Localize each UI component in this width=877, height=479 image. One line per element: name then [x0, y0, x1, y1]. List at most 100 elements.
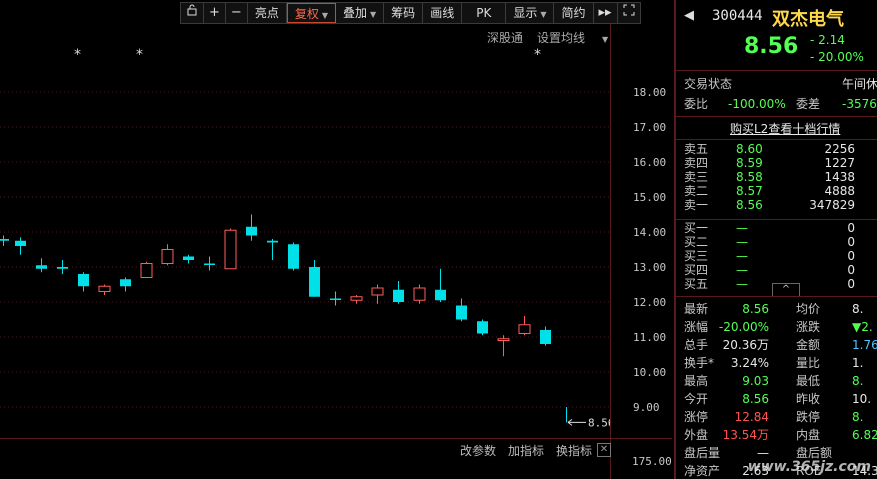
candle[interactable] — [456, 298, 467, 322]
stat-label: 量比 — [796, 356, 821, 370]
stat-value: 1. — [852, 356, 864, 370]
watermark: www.365jz.com — [747, 459, 871, 475]
candle-body — [161, 249, 174, 264]
candle[interactable] — [161, 244, 174, 266]
level-price: 8.56 — [736, 198, 763, 212]
candle[interactable] — [78, 272, 89, 292]
volume-axis-label: 175.00 — [632, 455, 672, 468]
stat-label: 内盘 — [796, 428, 821, 442]
switch-indicator-button[interactable]: 换指标 — [556, 444, 592, 458]
last-price: 8.56 — [744, 34, 799, 59]
buy-level-row[interactable]: 买五 — 0 — [684, 276, 877, 292]
level-label: 卖一 — [684, 198, 709, 212]
candle[interactable] — [330, 291, 341, 306]
candle[interactable] — [183, 254, 194, 264]
stat-value: 8. — [852, 410, 864, 424]
candle[interactable] — [518, 316, 531, 336]
close-icon[interactable]: ✕ — [597, 443, 611, 457]
candlestick-chart[interactable]: 8.56 — [0, 0, 610, 438]
stat-row: 最新 8.56 均价 8. — [684, 301, 877, 317]
candle[interactable] — [309, 260, 320, 297]
price-tick: 18.00 — [633, 86, 667, 99]
candle[interactable] — [246, 214, 257, 241]
candle-body — [98, 285, 111, 292]
price-tick: 14.00 — [633, 226, 667, 239]
candle-body — [78, 274, 89, 287]
divider — [676, 296, 877, 297]
candle[interactable] — [413, 284, 426, 304]
indicator-tools: 改参数 加指标 换指标 — [460, 442, 604, 459]
price-tick: 9.00 — [633, 401, 660, 414]
price-tick: 12.00 — [633, 296, 667, 309]
candle-body — [330, 298, 341, 300]
candle[interactable] — [15, 237, 26, 255]
level-volume: 0 — [847, 277, 855, 291]
edit-params-button[interactable]: 改参数 — [460, 444, 496, 458]
price-tick: 15.00 — [633, 191, 667, 204]
level-label: 买三 — [684, 249, 709, 263]
stat-label: 最高 — [684, 374, 709, 388]
candle-body — [371, 287, 384, 296]
candle[interactable] — [371, 284, 384, 304]
candle[interactable] — [140, 261, 153, 278]
stat-label: 最新 — [684, 302, 709, 316]
candle[interactable] — [497, 335, 510, 357]
level-price: — — [736, 277, 748, 291]
stat-label: 涨跌 — [796, 320, 821, 334]
candle-body — [36, 265, 47, 269]
price-tick: 16.00 — [633, 156, 667, 169]
stock-code: 300444 — [712, 8, 763, 24]
candle[interactable] — [36, 258, 47, 273]
candle-body — [0, 239, 9, 241]
stat-value: 6.82 — [852, 428, 877, 442]
candle-body — [204, 263, 215, 265]
candle-body — [456, 305, 467, 320]
candle-body — [288, 244, 299, 269]
candle[interactable] — [477, 319, 488, 336]
candle[interactable] — [224, 228, 237, 270]
candle-body — [413, 287, 426, 301]
quote-panel: ◀ 300444 双杰电气 8.56 - 2.14 - 20.00% 交易状态 … — [674, 0, 877, 479]
stat-label: 均价 — [796, 302, 821, 316]
candle[interactable] — [204, 256, 215, 271]
l2-upgrade-link[interactable]: 购买L2查看十档行情 — [730, 120, 840, 137]
divider — [676, 70, 877, 71]
level-volume: 347829 — [809, 198, 855, 212]
stat-value: 8.56 — [742, 392, 769, 406]
stat-value: 1.76 — [852, 338, 877, 352]
back-arrow-icon[interactable]: ◀ — [684, 8, 694, 23]
candle-body — [497, 338, 510, 341]
candle[interactable] — [120, 277, 131, 292]
trade-status-row: 交易状态 午间休 — [684, 77, 877, 91]
stat-label: 外盘 — [684, 428, 709, 442]
candle[interactable] — [98, 284, 111, 296]
stat-value: ▼2. — [852, 320, 873, 334]
candle-body — [140, 263, 153, 278]
stat-row: 外盘 13.54万 内盘 6.82 — [684, 427, 877, 443]
candle[interactable] — [288, 242, 299, 271]
candle-body — [267, 240, 278, 243]
stat-row: 最高 9.03 最低 8. — [684, 373, 877, 389]
candle[interactable] — [57, 260, 68, 274]
stat-value: 8.56 — [742, 302, 769, 316]
candle[interactable] — [393, 281, 404, 304]
candle[interactable] — [0, 235, 9, 247]
candle-body — [57, 267, 68, 269]
stat-row: 总手 20.36万 金额 1.76 — [684, 337, 877, 353]
weibi-row: 委比 -100.00% 委差 -3576 — [684, 97, 877, 111]
fullscreen-icon[interactable] — [618, 3, 640, 23]
candle[interactable] — [540, 326, 551, 346]
candle[interactable] — [267, 239, 278, 260]
candle[interactable] — [435, 268, 446, 302]
stat-row: 涨幅 -20.00% 涨跌 ▼2. — [684, 319, 877, 335]
stat-label: 换手* — [684, 356, 715, 370]
stat-label: 总手 — [684, 338, 709, 352]
level-label: 买一 — [684, 221, 709, 235]
stat-row: 涨停 12.84 跌停 8. — [684, 409, 877, 425]
sell-level-row[interactable]: 卖一 8.56 347829 — [684, 197, 877, 213]
divider — [676, 116, 877, 117]
add-indicator-button[interactable]: 加指标 — [508, 444, 544, 458]
price-tick: 17.00 — [633, 121, 667, 134]
price-tick: 11.00 — [633, 331, 667, 344]
level-label: 卖二 — [684, 184, 709, 198]
